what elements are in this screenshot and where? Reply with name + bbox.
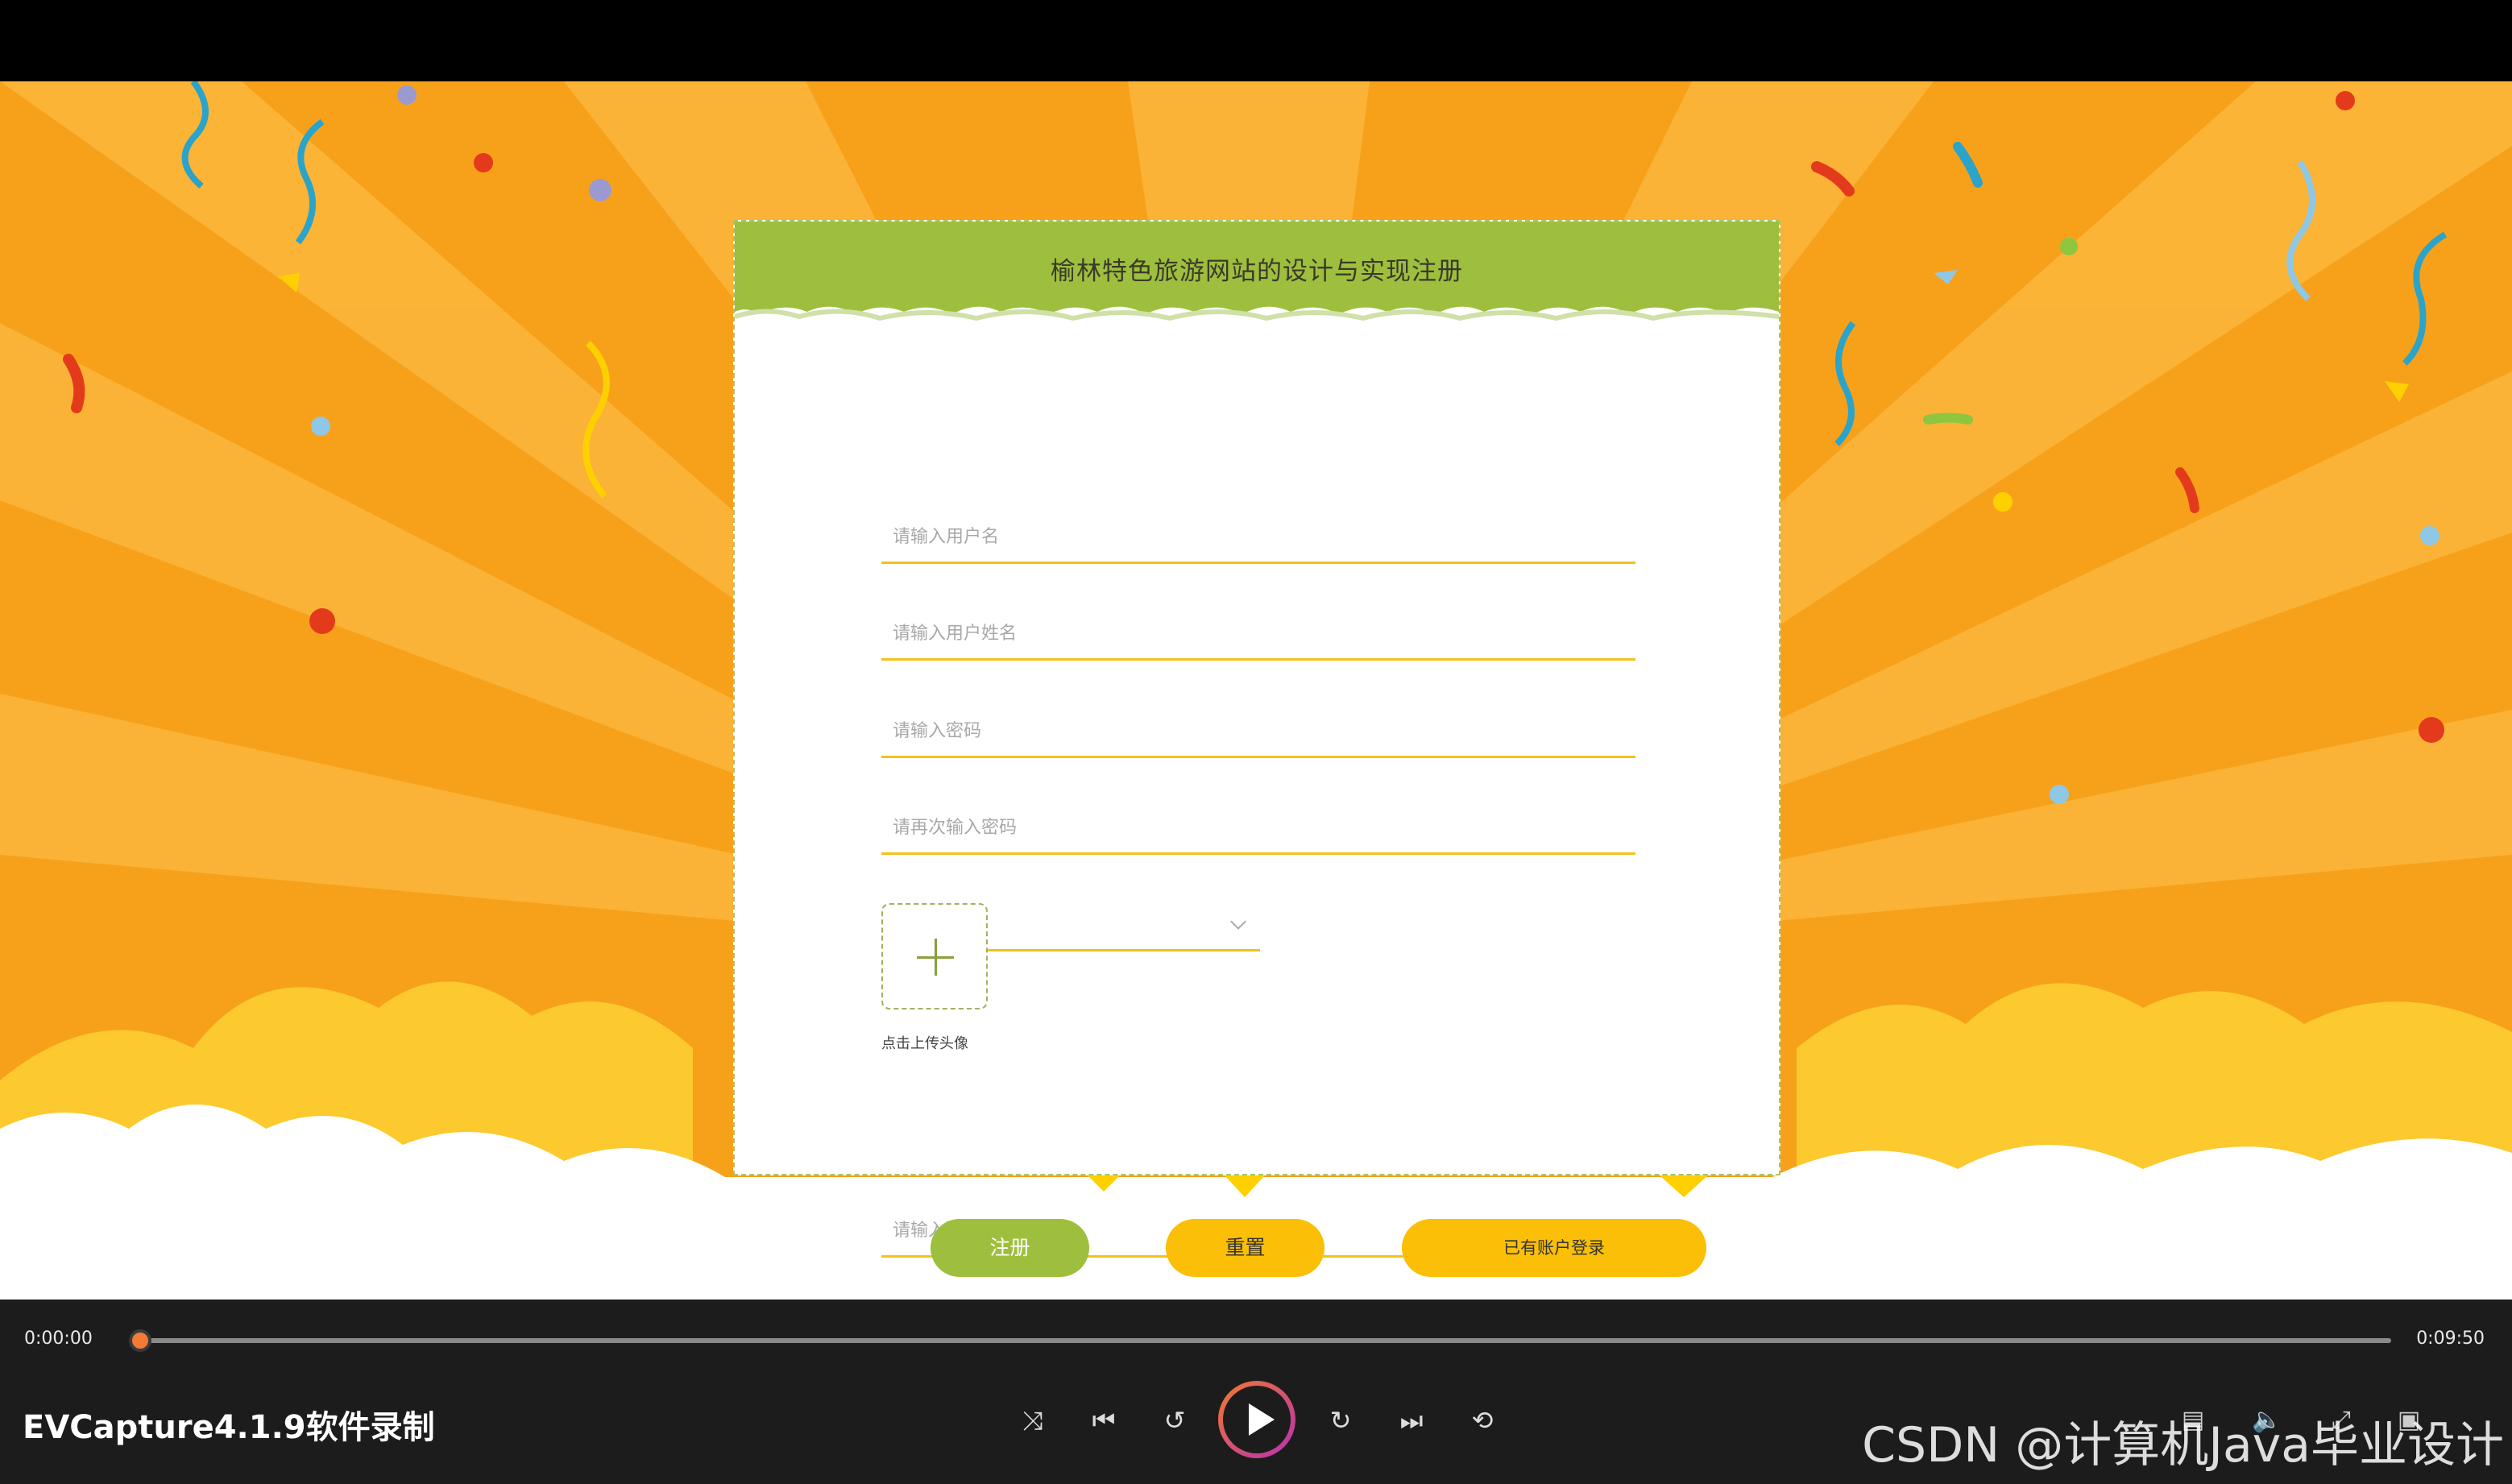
current-time: 0:00:00 — [24, 1329, 93, 1349]
avatar-upload-button[interactable] — [881, 903, 988, 1009]
gender-select-value: 请选择性别 — [893, 900, 1602, 948]
login-link-button[interactable]: 已有账户登录 — [1402, 1219, 1706, 1277]
next-icon[interactable]: ⏭ — [1391, 1399, 1432, 1441]
play-triangle-icon — [1249, 1403, 1275, 1436]
top-black-bar — [0, 0, 2512, 81]
seek-bar[interactable] — [140, 1338, 2391, 1343]
username-input[interactable] — [893, 512, 1602, 561]
confirm-password-input[interactable] — [893, 803, 1602, 852]
register-button[interactable]: 注册 — [931, 1219, 1089, 1277]
play-icon — [1223, 1386, 1291, 1453]
password-field[interactable] — [881, 707, 1635, 758]
reset-button[interactable]: 重置 — [1166, 1219, 1324, 1277]
rewind-10-icon[interactable]: ↺ — [1154, 1399, 1196, 1441]
csdn-watermark: CSDN @计算机Java毕业设计 — [1862, 1417, 2504, 1474]
name-field[interactable] — [881, 609, 1635, 661]
name-input[interactable] — [893, 609, 1602, 657]
shuffle-icon[interactable]: ⤨ — [1012, 1399, 1054, 1441]
seek-knob[interactable] — [129, 1329, 151, 1352]
register-card: 榆林特色旅游网站的设计与实现注册 请选择性别 点击上传头像 — [733, 220, 1780, 1258]
repeat-icon[interactable]: ⟲ — [1461, 1399, 1503, 1441]
total-time: 0:09:50 — [2416, 1329, 2485, 1349]
plus-icon-vertical — [935, 939, 937, 976]
play-button[interactable] — [1218, 1381, 1295, 1458]
username-field[interactable] — [881, 512, 1635, 564]
video-stage: 榆林特色旅游网站的设计与实现注册 请选择性别 点击上传头像 — [0, 81, 2512, 1300]
password-input[interactable] — [893, 707, 1602, 755]
page-title: 榆林特色旅游网站的设计与实现注册 — [1051, 257, 1463, 286]
previous-icon[interactable]: ⏮ — [1083, 1399, 1125, 1441]
card-header: 榆林特色旅游网站的设计与实现注册 — [735, 222, 1779, 326]
recording-caption: EVCapture4.1.9软件录制 — [23, 1409, 435, 1446]
confirm-password-field[interactable] — [881, 803, 1635, 855]
forward-30-icon[interactable]: ↻ — [1320, 1399, 1362, 1441]
avatar-upload-label: 点击上传头像 — [881, 1035, 968, 1052]
